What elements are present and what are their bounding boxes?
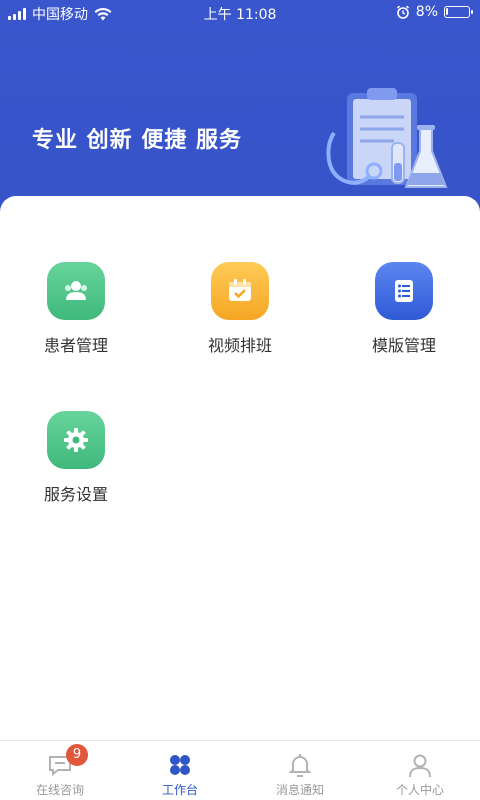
template-list-icon-tile — [375, 262, 433, 320]
grid-label: 视频排班 — [207, 336, 272, 355]
grid-label: 服务设置 — [43, 485, 108, 504]
tab-online-consult[interactable]: 9 在线咨询 — [0, 741, 120, 800]
unread-badge: 9 — [66, 744, 88, 766]
header-banner: 中国移动 上午 11:08 8% 专业 创新 便捷 服务 — [0, 0, 480, 225]
settings-gear-icon-tile — [47, 411, 105, 469]
grid-item-service-settings[interactable]: 服务设置 — [11, 411, 141, 505]
calendar-icon-tile — [211, 262, 269, 320]
battery-fill — [446, 8, 448, 15]
user-icon — [409, 754, 431, 778]
tab-workbench[interactable]: 工作台 — [120, 741, 240, 800]
patients-icon — [65, 281, 87, 300]
grid-label: 模版管理 — [371, 336, 436, 355]
bell-icon — [288, 754, 312, 777]
header-slogan: 专业 创新 便捷 服务 — [32, 128, 242, 153]
battery-percent: 8% — [415, 4, 438, 20]
tab-notifications[interactable]: 消息通知 — [240, 741, 360, 800]
tab-personal-center[interactable]: 个人中心 — [360, 741, 480, 800]
grid-item-patient-management[interactable]: 患者管理 — [11, 262, 141, 356]
tab-label: 消息通知 — [275, 783, 324, 797]
tab-label: 在线咨询 — [35, 783, 84, 797]
alarm-icon — [396, 5, 409, 19]
medical-clipboard-illustration — [326, 88, 448, 188]
tab-label: 工作台 — [161, 783, 198, 797]
grid-label: 患者管理 — [43, 336, 108, 355]
patients-icon-tile — [47, 262, 105, 320]
tab-label: 个人中心 — [395, 783, 444, 797]
settings-gear-icon — [64, 428, 88, 452]
calendar-icon — [229, 279, 251, 301]
battery-icon — [444, 6, 473, 18]
bottom-tab-bar: 9 在线咨询 工作台 消息通知 个人中心 — [0, 740, 480, 800]
status-bar: 中国移动 上午 11:08 8% — [0, 0, 480, 26]
grid-item-video-schedule[interactable]: 视频排班 — [175, 262, 305, 356]
workbench-card: 患者管理 视频排班 模版管理 服务设置 — [0, 196, 480, 741]
template-list-icon — [395, 280, 413, 302]
workbench-icon — [170, 755, 190, 775]
grid-item-template-management[interactable]: 模版管理 — [339, 262, 469, 356]
